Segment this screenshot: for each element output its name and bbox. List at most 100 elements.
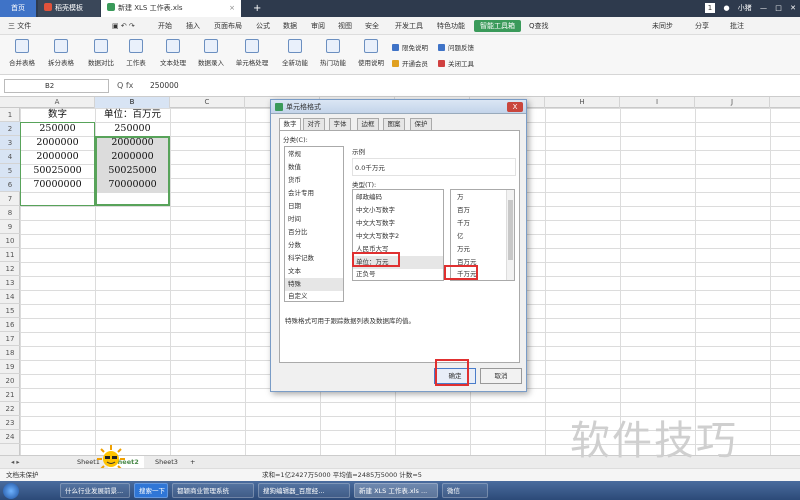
- row-header-19[interactable]: 19: [0, 360, 20, 374]
- row-header-5[interactable]: 5: [0, 164, 20, 178]
- menu-page-layout[interactable]: 页面布局: [214, 17, 242, 35]
- type-item[interactable]: 邮政编码: [353, 191, 443, 204]
- taskbar-item-active[interactable]: 新建 XLS 工作表.xls ...: [354, 483, 438, 498]
- category-item[interactable]: 分数: [285, 239, 343, 252]
- tab-protect[interactable]: 保护: [410, 118, 432, 130]
- sync-status[interactable]: 未同步: [652, 17, 673, 35]
- new-features-button[interactable]: 全新功能: [278, 39, 312, 67]
- share-button[interactable]: 分享: [695, 17, 709, 35]
- merge-tables-button[interactable]: 合并表格: [6, 39, 38, 67]
- cancel-button[interactable]: 取消: [480, 368, 522, 384]
- tab-document[interactable]: 新建 XLS 工作表.xls ×: [101, 0, 241, 17]
- menu-dev-tools[interactable]: 开发工具: [395, 17, 423, 35]
- row-header-24[interactable]: 24: [0, 430, 20, 444]
- type-list[interactable]: 邮政编码 中文小写数字 中文大写数字 中文大写数字2 人民币大写 单位：万元 正…: [352, 189, 444, 281]
- comment-button[interactable]: 批注: [730, 17, 744, 35]
- cell-b5[interactable]: 50025000: [95, 164, 170, 178]
- free-info-button[interactable]: 限免说明: [392, 42, 428, 52]
- minimize-icon[interactable]: —: [760, 4, 767, 12]
- column-header-a[interactable]: A: [20, 97, 95, 108]
- cell-b4[interactable]: 2000000: [95, 150, 170, 164]
- category-item[interactable]: 常规: [285, 148, 343, 161]
- menu-features[interactable]: 特色功能: [437, 17, 465, 35]
- unit-item[interactable]: 千万: [451, 217, 506, 230]
- type-item-selected[interactable]: 单位：万元: [353, 256, 443, 269]
- category-item[interactable]: 百分比: [285, 226, 343, 239]
- taskbar-item[interactable]: 都颖商业管理系统: [172, 483, 254, 498]
- scroll-thumb[interactable]: [508, 200, 513, 260]
- cell-a4[interactable]: 2000000: [20, 150, 95, 164]
- category-item[interactable]: 日期: [285, 200, 343, 213]
- usage-guide-button[interactable]: 使用说明: [354, 39, 388, 67]
- category-list[interactable]: 常规 数值 货币 会计专用 日期 时间 百分比 分数 科学记数 文本 特殊 自定…: [284, 146, 344, 302]
- fx-icon[interactable]: Q fx: [117, 79, 133, 93]
- category-item[interactable]: 货币: [285, 174, 343, 187]
- membership-button[interactable]: 开通会员: [392, 58, 428, 68]
- cell-a3[interactable]: 2000000: [20, 136, 95, 150]
- cell-a6[interactable]: 70000000: [20, 178, 95, 192]
- close-icon[interactable]: ×: [229, 0, 235, 17]
- cell-b3[interactable]: 2000000: [95, 136, 170, 150]
- type-item[interactable]: 中文小写数字: [353, 204, 443, 217]
- search-box[interactable]: Q查找: [529, 17, 549, 35]
- cell-a1[interactable]: 数字: [20, 108, 95, 122]
- menu-insert[interactable]: 插入: [186, 17, 200, 35]
- data-entry-button[interactable]: 数据录入: [194, 39, 228, 67]
- avatar[interactable]: ●: [723, 4, 729, 12]
- row-header-17[interactable]: 17: [0, 332, 20, 346]
- menu-formula[interactable]: 公式: [256, 17, 270, 35]
- taskbar-item[interactable]: 搜索一下: [134, 483, 168, 498]
- row-header-20[interactable]: 20: [0, 374, 20, 388]
- menu-smart-toolbox[interactable]: 智能工具箱: [474, 20, 521, 32]
- type-item[interactable]: 人民币大写: [353, 243, 443, 256]
- row-header-8[interactable]: 8: [0, 206, 20, 220]
- row-header-9[interactable]: 9: [0, 220, 20, 234]
- taskbar-item[interactable]: 搜狗编辑器_百度经...: [258, 483, 350, 498]
- row-header-4[interactable]: 4: [0, 150, 20, 164]
- row-header-21[interactable]: 21: [0, 388, 20, 402]
- column-header-h[interactable]: H: [545, 97, 620, 108]
- unit-scrollbar[interactable]: [506, 190, 514, 280]
- text-process-button[interactable]: 文本处理: [156, 39, 190, 67]
- row-header-15[interactable]: 15: [0, 304, 20, 318]
- menu-file[interactable]: 三 文件: [8, 17, 31, 35]
- split-tables-button[interactable]: 拆分表格: [44, 39, 78, 67]
- row-header-1[interactable]: 1: [0, 108, 20, 122]
- user-name[interactable]: 小猪: [738, 4, 752, 12]
- cell-a5[interactable]: 50025000: [20, 164, 95, 178]
- row-header-14[interactable]: 14: [0, 290, 20, 304]
- tab-home[interactable]: 首页: [0, 0, 36, 17]
- type-item[interactable]: 中文大写数字: [353, 217, 443, 230]
- menu-start[interactable]: 开始: [158, 17, 172, 35]
- category-item-selected[interactable]: 特殊: [285, 278, 343, 291]
- row-header-10[interactable]: 10: [0, 234, 20, 248]
- unit-item[interactable]: 百万元: [451, 256, 506, 269]
- unit-item[interactable]: 万元: [451, 243, 506, 256]
- category-item[interactable]: 会计专用: [285, 187, 343, 200]
- row-header-18[interactable]: 18: [0, 346, 20, 360]
- category-item[interactable]: 文本: [285, 265, 343, 278]
- unit-item[interactable]: 万: [451, 191, 506, 204]
- cell-b1[interactable]: 单位：百万元: [95, 108, 170, 122]
- start-button[interactable]: [3, 483, 19, 499]
- ok-button[interactable]: 确定: [434, 368, 476, 384]
- formula-input[interactable]: 250000: [150, 79, 179, 93]
- row-header-6[interactable]: 6: [0, 178, 20, 192]
- tab-template[interactable]: 稻壳模板: [38, 0, 100, 17]
- taskbar-item[interactable]: 微信: [442, 483, 488, 498]
- close-window-icon[interactable]: ✕: [790, 4, 796, 12]
- column-header-c[interactable]: C: [170, 97, 245, 108]
- feedback-button[interactable]: 问题反馈: [438, 42, 474, 52]
- worksheet-button[interactable]: 工作表: [122, 39, 150, 67]
- menu-security[interactable]: 安全: [365, 17, 379, 35]
- row-header-11[interactable]: 11: [0, 248, 20, 262]
- tab-border[interactable]: 边框: [357, 118, 379, 130]
- column-header-j[interactable]: J: [695, 97, 770, 108]
- cell-process-button[interactable]: 单元格处理: [232, 39, 272, 67]
- tab-align[interactable]: 对齐: [303, 118, 325, 130]
- category-item[interactable]: 时间: [285, 213, 343, 226]
- taskbar-item[interactable]: 什么行业发展前景...: [60, 483, 130, 498]
- tab-font[interactable]: 字体: [329, 118, 351, 130]
- maximize-icon[interactable]: □: [775, 4, 782, 12]
- column-header-i[interactable]: I: [620, 97, 695, 108]
